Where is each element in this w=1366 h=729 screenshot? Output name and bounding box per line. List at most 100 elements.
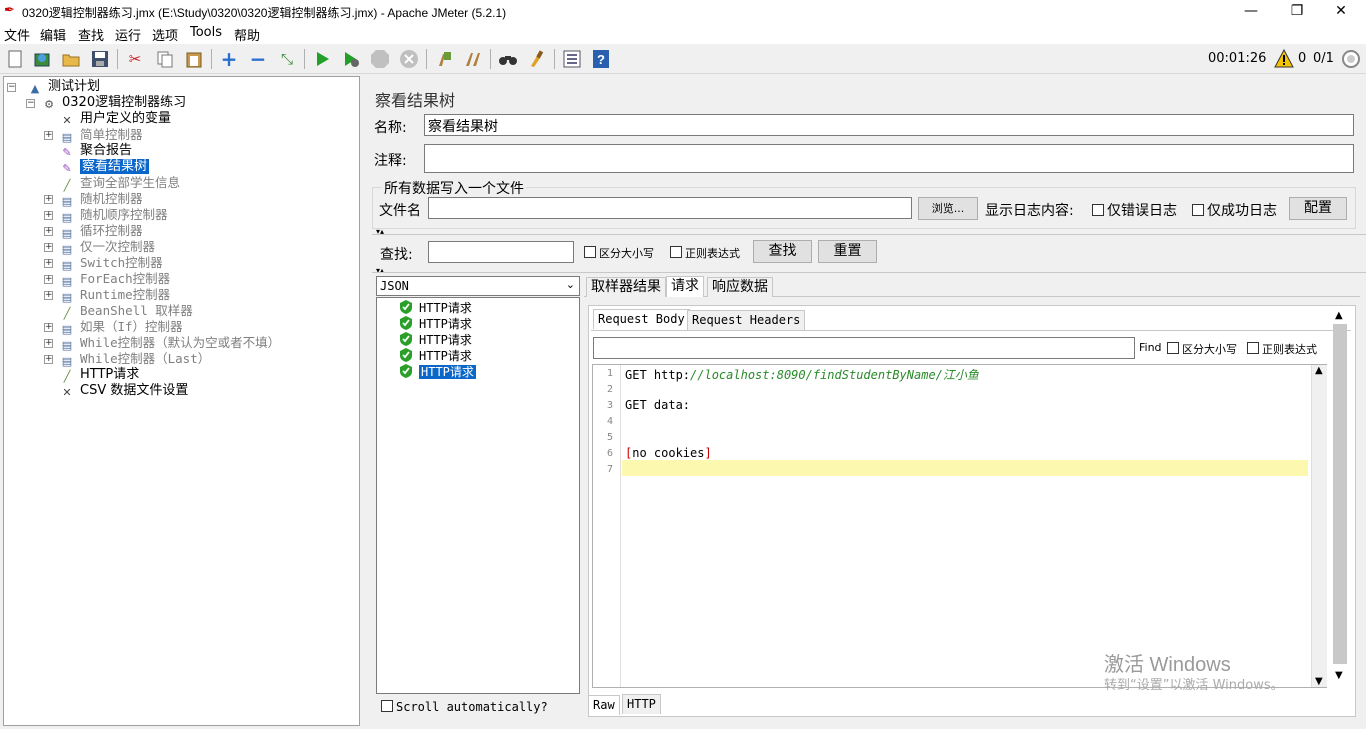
tree-node[interactable]: ✎ 聚合报告: [60, 143, 132, 159]
function-helper-icon[interactable]: [561, 48, 583, 70]
copy-icon[interactable]: [154, 48, 176, 70]
find-case-checkbox[interactable]: 区分大小写: [1167, 341, 1237, 357]
menu-help[interactable]: 帮助: [234, 25, 260, 44]
menu-run[interactable]: 运行: [115, 25, 141, 44]
expand-toggle-icon[interactable]: +: [44, 323, 53, 332]
save-icon[interactable]: [89, 48, 111, 70]
expand-toggle-icon[interactable]: +: [44, 291, 53, 300]
reset-search-icon[interactable]: [526, 48, 548, 70]
success-only-checkbox[interactable]: 仅成功日志: [1192, 200, 1277, 220]
expand-toggle-icon[interactable]: +: [44, 275, 53, 284]
new-icon[interactable]: [4, 48, 26, 70]
menu-tools[interactable]: Tools: [190, 25, 222, 40]
browse-button[interactable]: 浏览...: [918, 197, 978, 220]
close-button[interactable]: ✕: [1318, 0, 1364, 24]
result-item[interactable]: HTTP请求: [399, 364, 476, 380]
results-list[interactable]: HTTP请求 HTTP请求 HTTP请求 HTTP请求 HTTP请求: [376, 297, 580, 694]
scroll-auto-checkbox[interactable]: Scroll automatically?: [381, 700, 548, 714]
splitter-2[interactable]: [372, 272, 1366, 273]
expand-toggle-icon[interactable]: +: [44, 243, 53, 252]
collapse-icon[interactable]: −: [247, 47, 269, 71]
paste-icon[interactable]: [183, 48, 205, 70]
result-item[interactable]: HTTP请求: [399, 348, 472, 364]
expand-toggle-icon[interactable]: +: [44, 339, 53, 348]
tree-node[interactable]: ▤ Runtime控制器: [60, 287, 170, 304]
outer-scroll-thumb[interactable]: [1333, 324, 1347, 664]
open-icon[interactable]: [60, 48, 82, 70]
search-button[interactable]: 查找: [753, 240, 812, 263]
case-sensitive-checkbox[interactable]: 区分大小写: [584, 245, 654, 261]
expand-toggle-icon[interactable]: +: [44, 195, 53, 204]
menu-file[interactable]: 文件: [4, 25, 30, 44]
tab-raw[interactable]: Raw: [588, 695, 620, 715]
editor-scrollbar[interactable]: ▲ ▼: [1311, 365, 1327, 687]
tree-node[interactable]: ▤ While控制器（Last）: [60, 351, 210, 368]
shutdown-icon[interactable]: [398, 48, 420, 70]
tree-node[interactable]: ✕ CSV 数据文件设置: [60, 383, 188, 399]
clear-icon[interactable]: [433, 48, 455, 70]
splitter-arrows-icon-2[interactable]: ▾▴: [376, 266, 384, 275]
stop-icon[interactable]: [369, 48, 391, 70]
tree-node[interactable]: ▤ 随机顺序控制器: [60, 207, 168, 224]
tree-node[interactable]: ▤ 简单控制器: [60, 127, 143, 144]
renderer-select[interactable]: JSON ⌄: [376, 276, 580, 296]
tab-sampler-result[interactable]: 取样器结果: [586, 277, 666, 297]
help-icon[interactable]: ?: [590, 48, 612, 70]
toggle-icon[interactable]: ⤡: [276, 48, 298, 70]
tree-node[interactable]: ╱ 查询全部学生信息: [60, 175, 180, 192]
outer-scroll-down-icon[interactable]: ▼: [1335, 670, 1343, 681]
result-item[interactable]: HTTP请求: [399, 300, 472, 316]
tree-node[interactable]: ▤ Switch控制器: [60, 255, 163, 272]
splitter[interactable]: [372, 234, 1366, 235]
errors-only-checkbox[interactable]: 仅错误日志: [1092, 200, 1177, 220]
tab-http[interactable]: HTTP: [622, 694, 661, 714]
reset-button[interactable]: 重置: [818, 240, 877, 263]
expand-toggle-icon[interactable]: −: [7, 83, 16, 92]
tree-node[interactable]: ✕ 用户定义的变量: [60, 111, 171, 127]
search-input[interactable]: [428, 241, 574, 263]
tree-node[interactable]: ▤ ForEach控制器: [60, 271, 170, 288]
name-field[interactable]: 察看结果树: [424, 114, 1354, 136]
expand-icon[interactable]: +: [218, 47, 240, 71]
warning-icon[interactable]: [1274, 48, 1294, 72]
scroll-up-icon[interactable]: ▲: [1315, 365, 1323, 376]
tree-node[interactable]: ▤ 如果（If）控制器: [60, 319, 183, 336]
tree-node[interactable]: ╱ BeanShell 取样器: [60, 303, 193, 320]
expand-toggle-icon[interactable]: +: [44, 211, 53, 220]
request-body-editor[interactable]: 1 GET http://localhost:8090/findStudentBy…: [592, 364, 1327, 688]
file-name-input[interactable]: [428, 197, 912, 219]
tab-response-data[interactable]: 响应数据: [707, 277, 773, 297]
tree-node[interactable]: ⚙ 0320逻辑控制器练习: [42, 95, 186, 111]
tree-node[interactable]: ▤ 随机控制器: [60, 191, 143, 208]
result-item[interactable]: HTTP请求: [399, 332, 472, 348]
tree-node[interactable]: ▤ 循环控制器: [60, 223, 143, 240]
restore-button[interactable]: ❐: [1274, 0, 1320, 24]
search-icon[interactable]: [497, 48, 519, 70]
tab-request-headers[interactable]: Request Headers: [687, 310, 806, 330]
find-input[interactable]: [593, 337, 1135, 359]
expand-toggle-icon[interactable]: +: [44, 131, 53, 140]
expand-toggle-icon[interactable]: +: [44, 227, 53, 236]
tab-request-body[interactable]: Request Body: [593, 309, 690, 329]
find-regex-checkbox[interactable]: 正则表达式: [1247, 341, 1317, 357]
tree-node[interactable]: ▲ 测试计划: [28, 79, 100, 95]
templates-icon[interactable]: [31, 48, 53, 70]
tree-node[interactable]: ▤ While控制器（默认为空或者不填）: [60, 335, 280, 352]
result-item[interactable]: HTTP请求: [399, 316, 472, 332]
expand-toggle-icon[interactable]: +: [44, 259, 53, 268]
tab-request[interactable]: 请求: [666, 276, 704, 297]
menu-options[interactable]: 选项: [152, 25, 178, 44]
start-icon[interactable]: [311, 48, 333, 70]
tree-node[interactable]: ▤ 仅一次控制器: [60, 239, 155, 256]
expand-toggle-icon[interactable]: −: [26, 99, 35, 108]
scroll-down-icon[interactable]: ▼: [1315, 676, 1323, 687]
regex-checkbox[interactable]: 正则表达式: [670, 245, 740, 261]
menu-edit[interactable]: 编辑: [40, 25, 66, 44]
start-no-pause-icon[interactable]: [340, 48, 362, 70]
menu-search[interactable]: 查找: [78, 25, 104, 44]
configure-button[interactable]: 配置: [1289, 197, 1347, 220]
outer-scroll-up-icon[interactable]: ▲: [1335, 310, 1343, 321]
tree-node[interactable]: ✎ 察看结果树: [60, 159, 150, 175]
minimize-button[interactable]: —: [1228, 0, 1274, 24]
expand-toggle-icon[interactable]: +: [44, 355, 53, 364]
